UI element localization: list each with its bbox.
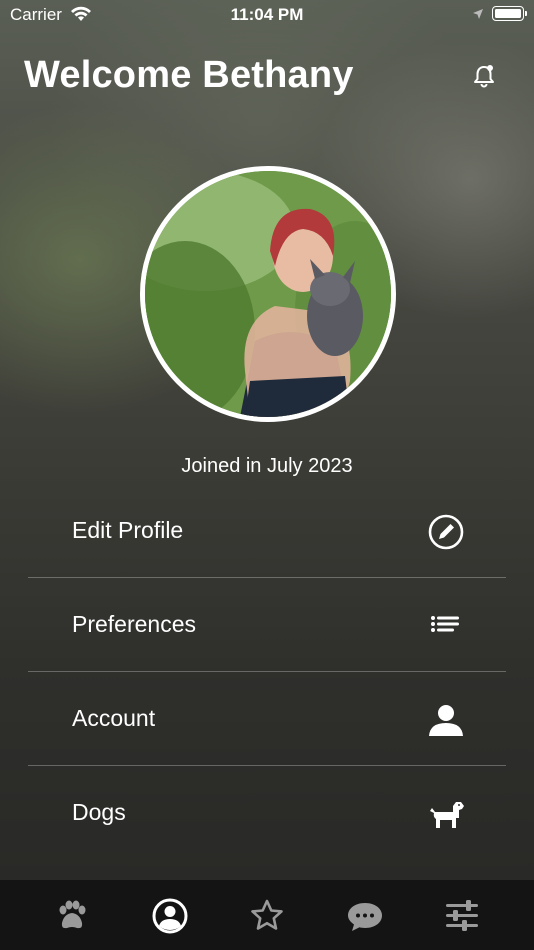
profile-avatar[interactable] — [140, 166, 396, 422]
menu-item-dogs[interactable]: Dogs — [28, 766, 506, 859]
bell-icon[interactable] — [470, 62, 498, 90]
profile-menu: Edit Profile Preferences Account Dogs — [28, 484, 506, 859]
chat-icon[interactable] — [345, 896, 385, 936]
menu-item-label: Edit Profile — [72, 517, 184, 543]
list-icon — [431, 616, 459, 632]
sliders-icon[interactable] — [442, 896, 482, 936]
star-icon[interactable] — [247, 896, 287, 936]
menu-item-account[interactable]: Account — [28, 672, 506, 766]
menu-item-label: Dogs — [72, 799, 126, 825]
menu-item-edit-profile[interactable]: Edit Profile — [28, 484, 506, 578]
edit-pencil-icon — [428, 514, 464, 550]
battery-icon — [492, 6, 527, 21]
menu-item-label: Account — [72, 705, 156, 731]
tab-bar — [0, 880, 534, 950]
menu-item-preferences[interactable]: Preferences — [28, 578, 506, 672]
profile-icon[interactable] — [150, 896, 190, 936]
paw-icon[interactable] — [52, 896, 92, 936]
avatar-photo — [145, 171, 391, 417]
dog-icon — [430, 802, 464, 828]
status-bar: Carrier 11:04 PM — [0, 0, 534, 30]
location-icon — [473, 9, 483, 19]
person-icon — [429, 705, 463, 736]
joined-date-text: Joined in July 2023 — [181, 455, 353, 477]
menu-item-label: Preferences — [72, 611, 197, 637]
page-title: Welcome Bethany — [24, 54, 354, 96]
clock: 11:04 PM — [230, 5, 304, 24]
